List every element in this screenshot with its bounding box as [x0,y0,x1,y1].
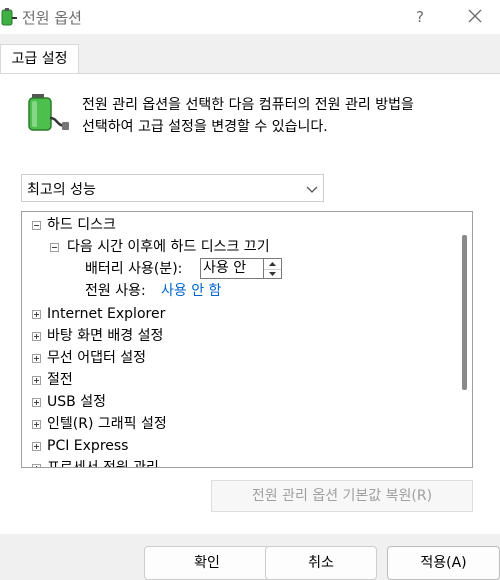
cancel-button[interactable]: 취소 [265,546,377,580]
settings-tree[interactable]: 하드 디스크 다음 시간 이후에 하드 디스크 끄기 배터리 사용(분): 사용… [21,211,473,468]
expand-icon[interactable] [32,310,41,319]
tab-advanced-settings[interactable]: 고급 설정 [0,44,79,74]
restore-defaults-button[interactable]: 전원 관리 옵션 기본값 복원(R) [211,480,473,512]
tree-item[interactable]: 무선 어댑터 설정 [47,347,146,369]
power-plan-selected: 최고의 성능 [27,182,96,198]
expand-icon[interactable] [32,376,41,385]
battery-plug-icon [28,94,69,131]
description-line-2: 선택하여 고급 설정을 변경할 수 있습니다. [82,119,328,135]
title-bar: 전원 옵션 ? [0,0,500,34]
help-button[interactable]: ? [405,4,435,30]
expand-icon[interactable] [32,442,41,451]
on-battery-input[interactable]: 사용 안 함 [200,258,264,279]
scrollbar-thumb[interactable] [462,235,467,390]
description-line-1: 전원 관리 옵션을 선택한 다음 컴퓨터의 전원 관리 방법을 [82,97,414,113]
expand-icon[interactable] [32,398,41,407]
power-plan-dropdown[interactable]: 최고의 성능 [21,174,324,202]
on-battery-label: 배터리 사용(분): [85,261,183,277]
expand-icon[interactable] [32,464,41,467]
power-options-icon [1,8,17,26]
plugged-in-label: 전원 사용: [85,283,146,299]
collapse-icon[interactable] [32,221,41,230]
chevron-down-icon [306,186,318,193]
tree-item[interactable]: Internet Explorer [47,303,165,325]
tree-item-turn-off-hard-disk[interactable]: 다음 시간 이후에 하드 디스크 끄기 [67,236,270,258]
tree-item[interactable]: 절전 [47,369,73,391]
ok-button[interactable]: 확인 [144,546,270,580]
tree-item[interactable]: 프로세서 전원 관리 [47,457,159,467]
tree-item[interactable]: 인텔(R) 그래픽 설정 [47,413,167,435]
expand-icon[interactable] [32,354,41,363]
tree-item[interactable]: 바탕 화면 배경 설정 [47,325,163,347]
close-icon[interactable] [460,4,490,30]
collapse-icon[interactable] [50,243,59,252]
on-battery-spinner[interactable] [264,258,282,279]
tree-item[interactable]: USB 설정 [47,391,106,413]
tree-item-hard-disk[interactable]: 하드 디스크 [47,214,116,236]
apply-button[interactable]: 적용(A) [387,546,500,580]
description: 전원 관리 옵션을 선택한 다음 컴퓨터의 전원 관리 방법을 선택하여 고급 … [82,94,492,138]
plugged-in-value[interactable]: 사용 안 함 [161,280,221,302]
expand-icon[interactable] [32,420,41,429]
window-title: 전원 옵션 [22,9,82,27]
spin-down-icon[interactable] [264,269,281,279]
tree-scrollbar[interactable] [458,212,472,467]
tree-item[interactable]: PCI Express [47,435,128,457]
expand-icon[interactable] [32,332,41,341]
